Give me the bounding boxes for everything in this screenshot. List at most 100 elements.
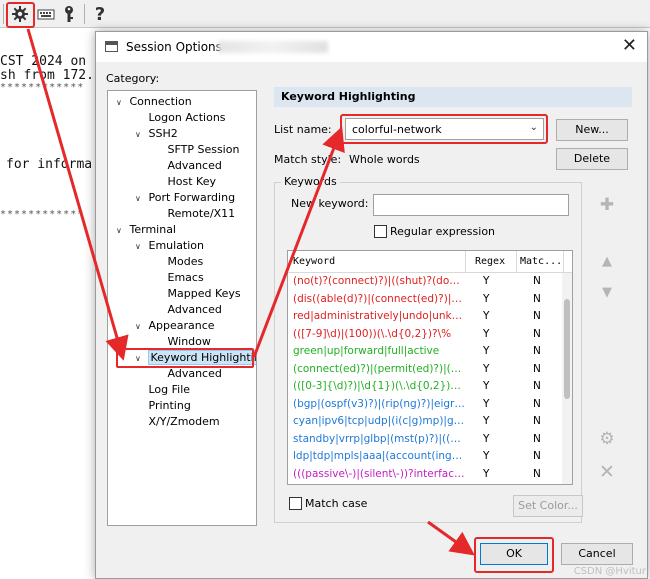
table-row[interactable]: (([0-3]{\d)?)|\d{1})(\.\d{0,2})?\% Y N (288, 380, 572, 397)
tree-item[interactable]: Advanced (154, 302, 222, 318)
chevron-down-icon[interactable]: ∨ (116, 223, 126, 239)
table-row[interactable]: green|up|forward|full|active Y N (288, 345, 572, 362)
terminal-stars: ************ (0, 209, 85, 220)
new-keyword-label: New keyword: (291, 197, 369, 210)
column-header-regex[interactable]: Regex (475, 256, 505, 267)
tree-item-label: Emacs (167, 271, 204, 284)
table-row[interactable]: ldp|tdp|mpls|aaa|(account(ing)?)... Y N (288, 450, 572, 467)
category-tree[interactable]: ∨ Connection Logon Actions ∨ SSH2 SFTP Se… (107, 90, 257, 526)
chevron-down-icon[interactable]: ∨ (135, 191, 145, 207)
new-keyword-input[interactable] (373, 194, 569, 216)
tree-item[interactable]: Advanced (154, 366, 222, 382)
match-cell: N (533, 327, 541, 340)
tree-item[interactable]: ∨ Emulation (135, 238, 204, 254)
keyword-cell: (((passive\-)|(silent\-))?interface... (293, 467, 465, 480)
terminal-line: sh from 172. (0, 68, 94, 83)
tree-item-label: Window (167, 335, 211, 348)
regex-cell: Y (483, 292, 490, 305)
tree-item-label: Port Forwarding (148, 191, 236, 204)
match-cell: N (533, 450, 541, 462)
chevron-down-icon[interactable]: ∨ (135, 127, 145, 143)
section-header: Keyword Highlighting (274, 87, 632, 107)
tree-item[interactable]: Printing (135, 398, 191, 414)
terminal-line: for informa (6, 157, 93, 172)
tree-item-label: Appearance (148, 319, 215, 332)
set-color-button[interactable]: Set Color... (513, 495, 583, 517)
tree-item[interactable]: Advanced (154, 158, 222, 174)
regex-cell: Y (483, 362, 490, 375)
tree-item-label: Advanced (167, 303, 222, 316)
close-icon[interactable]: ✕ (622, 37, 637, 55)
toolbar-separator (84, 4, 85, 24)
add-icon[interactable]: ✚ (596, 194, 618, 216)
tree-item[interactable]: Logon Actions (135, 110, 226, 126)
regex-cell: Y (483, 327, 490, 340)
match-style-value: Whole words (349, 153, 420, 166)
tree-item[interactable]: Mapped Keys (154, 286, 241, 302)
delete-icon[interactable]: ✕ (596, 461, 618, 483)
key-icon[interactable] (58, 3, 80, 25)
tree-item[interactable]: ∨ Connection (116, 94, 192, 110)
tree-item[interactable]: Host Key (154, 174, 217, 190)
regex-checkbox[interactable] (374, 225, 387, 238)
table-row[interactable]: cyan|ipv6|tcp|udp|(i(c|g)mp)|gr... Y N (288, 415, 572, 432)
list-name-highlight-box (340, 114, 548, 144)
table-row[interactable]: (connect(ed)?)|(permit(ed)?)|(es... Y N (288, 363, 572, 380)
table-row[interactable]: (([7-9]\d)|(100))(\.\d{0,2})?\% Y N (288, 328, 572, 345)
move-up-icon[interactable]: ▲ (596, 250, 618, 272)
regex-cell: Y (483, 450, 490, 462)
regex-cell: Y (483, 415, 490, 427)
column-header-match[interactable]: Matc... (520, 256, 562, 267)
match-cell: N (533, 380, 541, 392)
tree-item[interactable]: ∨ Port Forwarding (135, 190, 235, 206)
tree-item[interactable]: Modes (154, 254, 204, 270)
tree-item[interactable]: X/Y/Zmodem (135, 414, 220, 430)
scrollbar-thumb[interactable] (564, 299, 570, 399)
keyword-cell: (no(t)?(connect)?)|((shut)?(dow... (293, 275, 465, 287)
tree-item-label: Emulation (148, 239, 205, 252)
tree-item-label: Logon Actions (148, 111, 226, 124)
category-label: Category: (106, 72, 160, 85)
tree-item[interactable]: SFTP Session (154, 142, 240, 158)
tree-item[interactable]: ∨ SSH2 (135, 126, 178, 142)
gear-icon[interactable]: ⚙ (596, 428, 618, 450)
tree-item-label: SSH2 (148, 127, 178, 140)
regex-cell: Y (483, 380, 490, 392)
delete-list-button[interactable]: Delete (556, 148, 628, 170)
keywords-table[interactable]: Keyword Regex Matc... (no(t)?(connect)?)… (287, 250, 573, 485)
table-row[interactable]: (((passive\-)|(silent\-))?interface... Y N (288, 468, 572, 485)
tree-item[interactable]: Emacs (154, 270, 204, 286)
keyword-cell: (bgp|(ospf(v3)?)|(rip(ng)?)|eigrp... (293, 397, 465, 410)
cancel-button[interactable]: Cancel (561, 543, 633, 565)
chevron-down-icon[interactable]: ∨ (135, 319, 145, 335)
table-row[interactable]: (dis((able(d)?)|(connect(ed)?)|(a... Y N (288, 293, 572, 310)
help-icon[interactable]: ? (89, 3, 111, 25)
tree-item[interactable]: ∨ Terminal (116, 222, 176, 238)
tree-item[interactable]: Remote/X11 (154, 206, 236, 222)
new-list-button[interactable]: New... (556, 119, 628, 141)
terminal-stars: ************ (0, 82, 85, 93)
keyboard-icon[interactable] (35, 3, 57, 25)
table-row[interactable]: standby|vrrp|glbp|(mst(p)?)|((r)... Y N (288, 433, 572, 450)
tree-item-label: Host Key (167, 175, 217, 188)
match-cell: N (533, 292, 541, 305)
tree-item[interactable]: ∨ Appearance (135, 318, 215, 334)
chevron-down-icon[interactable]: ∨ (135, 239, 145, 255)
match-cell: N (533, 397, 541, 410)
table-row[interactable]: red|administratively|undo|unkno... Y N (288, 310, 572, 327)
regex-cell: Y (483, 310, 490, 322)
match-style-label: Match style: (274, 153, 342, 166)
table-row[interactable]: (bgp|(ospf(v3)?)|(rip(ng)?)|eigrp... Y N (288, 398, 572, 415)
column-header-keyword[interactable]: Keyword (293, 256, 335, 267)
tree-item[interactable]: Log File (135, 382, 191, 398)
chevron-down-icon[interactable]: ∨ (116, 95, 126, 111)
keyword-cell: green|up|forward|full|active (293, 345, 440, 357)
toolbar-separator (3, 4, 4, 24)
move-down-icon[interactable]: ▼ (596, 281, 618, 303)
table-row[interactable]: (no(t)?(connect)?)|((shut)?(dow... Y N (288, 275, 572, 292)
table-scrollbar[interactable] (562, 273, 572, 484)
tree-item-label: Printing (148, 399, 191, 412)
match-case-checkbox[interactable] (289, 497, 302, 510)
dialog-titlebar[interactable]: Session Options - ✕ (96, 32, 647, 62)
regex-cell: Y (483, 345, 490, 357)
